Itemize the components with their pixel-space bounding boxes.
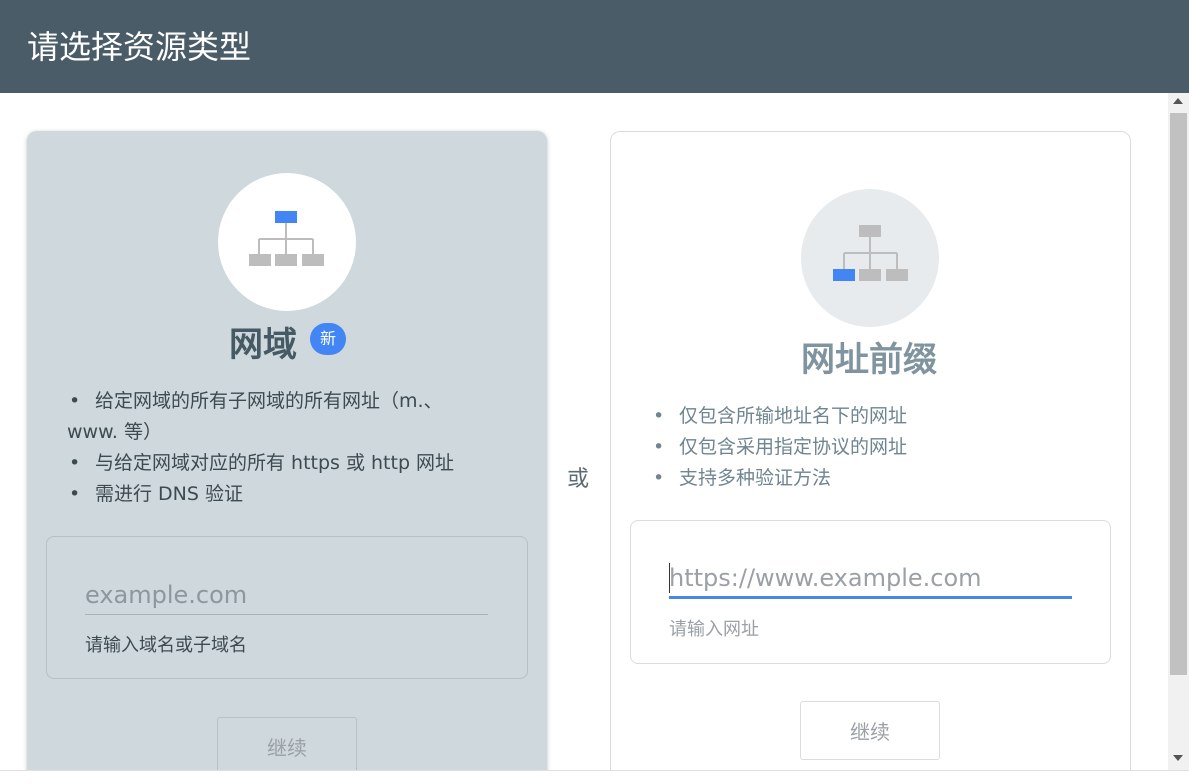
page-title: 请选择资源类型	[27, 28, 252, 66]
url-prefix-property-card[interactable]: 网址前缀 仅包含所输地址名下的网址 仅包含采用指定协议的网址 支持多种验证方法 …	[610, 131, 1131, 770]
vertical-scrollbar[interactable]	[1168, 93, 1189, 770]
list-item: 需进行 DNS 验证	[67, 479, 487, 510]
sitemap-icon	[833, 225, 908, 281]
domain-input[interactable]	[85, 575, 488, 615]
domain-input-hint: 请输入域名或子域名	[85, 635, 247, 656]
url-input[interactable]	[669, 559, 1072, 599]
text-cursor	[669, 563, 670, 593]
scroll-down-arrow-icon[interactable]	[1173, 755, 1183, 761]
bottom-edge	[0, 770, 1189, 784]
url-prefix-feature-list: 仅包含所输地址名下的网址 仅包含采用指定协议的网址 支持多种验证方法	[651, 401, 1071, 494]
domain-continue-button[interactable]: 继续	[217, 717, 357, 770]
sitemap-root-node	[275, 211, 297, 223]
list-item: 支持多种验证方法	[651, 463, 1071, 494]
list-item: 仅包含所输地址名下的网址	[651, 401, 1071, 432]
domain-feature-list: 给定网域的所有子网域的所有网址（m.、www. 等） 与给定网域对应的所有 ht…	[67, 386, 487, 510]
list-item: 给定网域的所有子网域的所有网址（m.、www. 等）	[67, 386, 487, 448]
list-item: 与给定网域对应的所有 https 或 http 网址	[67, 448, 487, 479]
domain-icon-circle	[218, 173, 356, 311]
domain-input-container: 请输入域名或子域名	[46, 536, 528, 679]
url-prefix-icon-circle	[801, 189, 939, 327]
sitemap-icon	[249, 211, 324, 266]
scroll-up-arrow-icon[interactable]	[1173, 98, 1183, 104]
url-prefix-card-title: 网址前缀	[801, 340, 937, 380]
new-badge: 新	[310, 323, 346, 355]
sitemap-leaf-node	[833, 269, 855, 281]
url-continue-button[interactable]: 继续	[800, 701, 940, 760]
page-header: 请选择资源类型	[0, 0, 1189, 93]
resource-type-content: 网域 新 给定网域的所有子网域的所有网址（m.、www. 等） 与给定网域对应的…	[0, 93, 1168, 770]
domain-card-title: 网域	[229, 325, 297, 365]
domain-property-card[interactable]: 网域 新 给定网域的所有子网域的所有网址（m.、www. 等） 与给定网域对应的…	[27, 131, 547, 770]
scrollbar-thumb[interactable]	[1170, 113, 1187, 675]
or-separator: 或	[567, 467, 590, 492]
list-item: 仅包含采用指定协议的网址	[651, 432, 1071, 463]
url-input-container: 请输入网址	[630, 520, 1111, 664]
url-input-hint: 请输入网址	[669, 619, 759, 640]
